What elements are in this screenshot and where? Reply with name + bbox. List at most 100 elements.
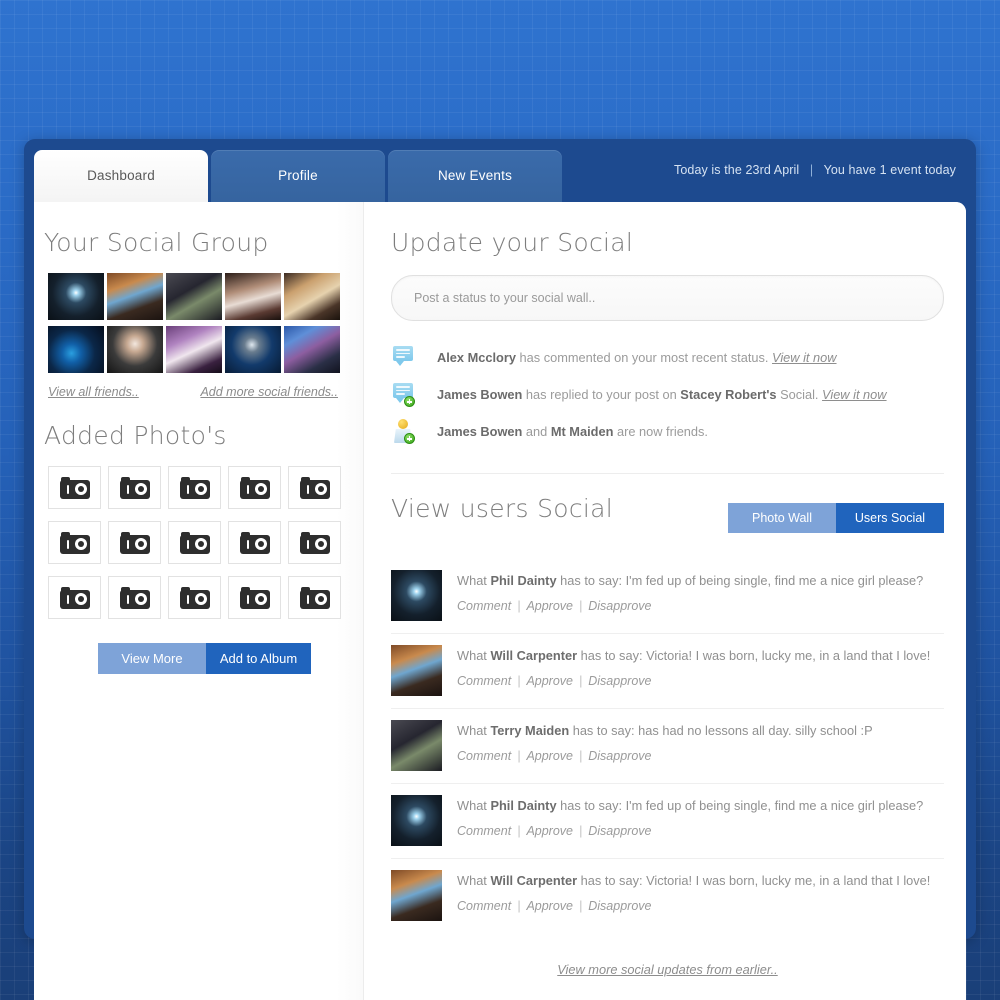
friend-thumbnail[interactable] [107, 326, 163, 373]
post-action-disapprove[interactable]: Disapprove [588, 599, 651, 613]
post-action-disapprove[interactable]: Disapprove [588, 674, 651, 688]
post-avatar[interactable] [391, 795, 442, 846]
photo-placeholder-cell[interactable] [288, 576, 341, 619]
post-action-approve[interactable]: Approve [526, 674, 573, 688]
friend-photo [225, 273, 281, 320]
post-action-comment[interactable]: Comment [457, 749, 511, 763]
friend-photo [225, 326, 281, 373]
social-post: What Phil Dainty has to say: I'm fed up … [391, 784, 944, 859]
photo-placeholder-cell[interactable] [168, 576, 221, 619]
post-connector: has to say: [577, 873, 647, 888]
photo-placeholder-cell[interactable] [168, 466, 221, 509]
photo-placeholder-cell[interactable] [48, 466, 101, 509]
add-more-friends-link[interactable]: Add more social friends.. [200, 385, 338, 399]
post-action-approve[interactable]: Approve [526, 824, 573, 838]
post-avatar[interactable] [391, 870, 442, 921]
camera-icon [239, 531, 270, 554]
photo-placeholder-cell[interactable] [108, 576, 161, 619]
photo-placeholder-cell[interactable] [228, 466, 281, 509]
social-post: What Will Carpenter has to say: Victoria… [391, 859, 944, 933]
camera-icon [299, 586, 330, 609]
friend-add-icon [391, 419, 421, 445]
post-actions: Comment | Approve | Disapprove [457, 749, 944, 763]
action-separator: | [579, 824, 583, 838]
post-message: has had no lessons all day. silly school… [638, 723, 873, 738]
tab-profile[interactable]: Profile [211, 150, 385, 202]
notification-person-name: James Bowen [437, 424, 523, 439]
post-avatar[interactable] [391, 720, 442, 771]
header-date: Today is the 23rd April [674, 163, 800, 177]
post-action-approve[interactable]: Approve [526, 749, 573, 763]
tab-new-events[interactable]: New Events [388, 150, 562, 202]
view-all-friends-link[interactable]: View all friends.. [48, 385, 139, 399]
post-action-comment[interactable]: Comment [457, 674, 511, 688]
photo-placeholder-cell[interactable] [108, 521, 161, 564]
view-more-button[interactable]: View More [98, 643, 206, 674]
post-avatar[interactable] [391, 645, 442, 696]
view-users-social-title: View users Social [391, 494, 613, 523]
post-action-comment[interactable]: Comment [457, 899, 511, 913]
friend-photo [284, 326, 340, 373]
app-window: Dashboard Profile New Events Today is th… [24, 139, 976, 1000]
photo-placeholder-cell[interactable] [108, 466, 161, 509]
post-action-disapprove[interactable]: Disapprove [588, 824, 651, 838]
friends-links: View all friends.. Add more social frien… [48, 385, 338, 399]
notification-text: James Bowen has replied to your post on … [437, 386, 887, 404]
toggle-users-social[interactable]: Users Social [836, 502, 944, 533]
post-action-approve[interactable]: Approve [526, 899, 573, 913]
friend-thumbnail[interactable] [166, 326, 222, 373]
tab-dashboard[interactable]: Dashboard [34, 150, 208, 206]
add-to-album-button[interactable]: Add to Album [206, 643, 311, 674]
avatar-photo [391, 570, 442, 621]
update-social-title: Update your Social [391, 228, 634, 257]
view-more-updates-link[interactable]: View more social updates from earlier.. [557, 962, 777, 977]
social-post: What Will Carpenter has to say: Victoria… [391, 634, 944, 709]
notification-item: James Bowen has replied to your post on … [391, 380, 944, 410]
action-separator: | [579, 674, 583, 688]
photo-placeholder-cell[interactable] [288, 466, 341, 509]
friend-photo [48, 273, 104, 320]
friend-thumbnail[interactable] [225, 326, 281, 373]
post-body: What Will Carpenter has to say: Victoria… [457, 870, 944, 921]
post-avatar[interactable] [391, 570, 442, 621]
friend-thumbnail[interactable] [107, 273, 163, 320]
avatar-photo [391, 645, 442, 696]
post-action-disapprove[interactable]: Disapprove [588, 899, 651, 913]
post-connector: has to say: [577, 648, 647, 663]
photo-placeholder-cell[interactable] [48, 576, 101, 619]
view-it-now-link[interactable]: View it now [772, 350, 837, 365]
notification-person-name: Mt Maiden [550, 424, 614, 439]
post-action-comment[interactable]: Comment [457, 599, 511, 613]
notification-item: Alex Mcclory has commented on your most … [391, 343, 944, 373]
friend-thumbnail[interactable] [48, 273, 104, 320]
social-group-title: Your Social Group [44, 228, 269, 257]
header-separator: | [809, 163, 814, 177]
status-input[interactable]: Post a status to your social wall.. [391, 275, 944, 321]
friend-photo [48, 326, 104, 373]
friend-thumbnail[interactable] [284, 326, 340, 373]
post-actions: Comment | Approve | Disapprove [457, 674, 944, 688]
friend-photo [166, 273, 222, 320]
post-text: What Will Carpenter has to say: Victoria… [457, 872, 944, 889]
photo-placeholder-cell[interactable] [288, 521, 341, 564]
post-action-approve[interactable]: Approve [526, 599, 573, 613]
friend-thumbnail[interactable] [166, 273, 222, 320]
post-body: What Will Carpenter has to say: Victoria… [457, 645, 944, 696]
friend-thumbnail[interactable] [48, 326, 104, 373]
post-action-comment[interactable]: Comment [457, 824, 511, 838]
view-it-now-link[interactable]: View it now [822, 387, 887, 402]
photo-placeholder-cell[interactable] [228, 521, 281, 564]
photo-placeholder-cell[interactable] [168, 521, 221, 564]
post-action-disapprove[interactable]: Disapprove [588, 749, 651, 763]
toggle-photo-wall[interactable]: Photo Wall [728, 502, 836, 533]
photo-placeholder-cell[interactable] [48, 521, 101, 564]
photo-placeholder-cell[interactable] [228, 576, 281, 619]
post-connector: has to say: [569, 723, 639, 738]
friend-thumbnail[interactable] [225, 273, 281, 320]
view-toggle-group: Photo Wall Users Social [728, 502, 944, 533]
friend-thumbnail[interactable] [284, 273, 340, 320]
camera-icon [59, 476, 90, 499]
post-text: What Phil Dainty has to say: I'm fed up … [457, 797, 944, 814]
action-separator: | [517, 674, 521, 688]
post-actions: Comment | Approve | Disapprove [457, 824, 944, 838]
